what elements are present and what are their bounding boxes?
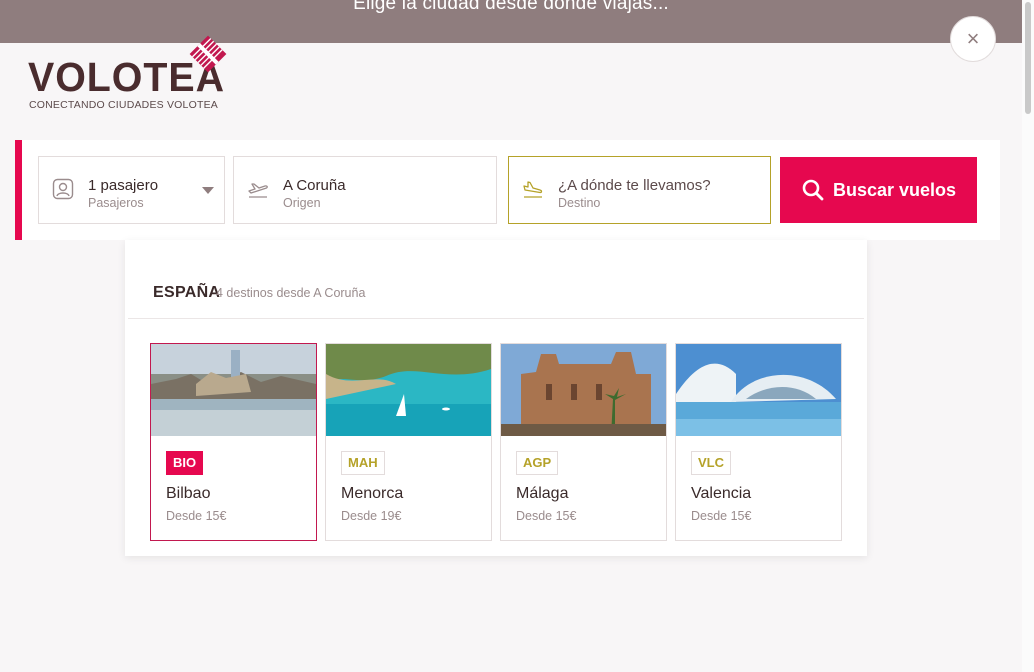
passengers-label: Pasajeros bbox=[88, 196, 144, 210]
price-from: Desde 15€ bbox=[166, 509, 227, 523]
destination-card-bilbao[interactable]: BIO Bilbao Desde 15€ bbox=[150, 343, 317, 541]
country-header: ESPAÑA 4 destinos desde A Coruña bbox=[128, 240, 864, 319]
page-scrollbar[interactable] bbox=[1022, 0, 1034, 672]
user-icon bbox=[52, 178, 74, 200]
destinations-dropdown: ESPAÑA 4 destinos desde A Coruña BIO Bil… bbox=[125, 240, 867, 556]
passengers-field[interactable]: 1 pasajero Pasajeros bbox=[38, 156, 225, 224]
logo-tagline: CONECTANDO CIUDADES VOLOTEA bbox=[29, 99, 218, 111]
search-button-label: Buscar vuelos bbox=[832, 179, 957, 200]
price-from: Desde 19€ bbox=[341, 509, 402, 523]
origin-field[interactable]: A Coruña Origen bbox=[233, 156, 497, 224]
banner-message: Elige la ciudad desde donde viajas... bbox=[353, 0, 669, 14]
destination-card-menorca[interactable]: MAH Menorca Desde 19€ bbox=[325, 343, 492, 541]
airport-code: MAH bbox=[341, 451, 385, 475]
destination-input[interactable]: ¿A dónde te llevamos? bbox=[558, 177, 711, 194]
country-name: ESPAÑA bbox=[153, 284, 221, 301]
bilbao-image bbox=[151, 344, 316, 436]
airport-code: VLC bbox=[691, 451, 731, 475]
logo-diamond-icon bbox=[189, 35, 227, 73]
destination-label: Destino bbox=[558, 196, 601, 210]
passengers-value: 1 pasajero bbox=[88, 177, 159, 194]
search-flights-button[interactable]: Buscar vuelos bbox=[780, 157, 977, 223]
valencia-image bbox=[676, 344, 841, 436]
plane-takeoff-icon bbox=[248, 183, 268, 198]
close-icon: × bbox=[966, 26, 980, 51]
plane-landing-icon bbox=[523, 181, 543, 198]
destination-count: 4 destinos desde A Coruña bbox=[216, 286, 366, 300]
malaga-image bbox=[501, 344, 666, 436]
price-from: Desde 15€ bbox=[516, 509, 577, 523]
city-name: Málaga bbox=[516, 485, 569, 502]
price-from: Desde 15€ bbox=[691, 509, 752, 523]
chevron-down-icon[interactable] bbox=[202, 187, 214, 194]
airport-code: AGP bbox=[516, 451, 559, 475]
scrollbar-thumb[interactable] bbox=[1025, 2, 1031, 114]
city-name: Valencia bbox=[691, 485, 752, 502]
destination-card-valencia[interactable]: VLC Valencia Desde 15€ bbox=[675, 343, 842, 541]
search-icon bbox=[802, 179, 824, 201]
flight-search-bar: 1 pasajero Pasajeros A Coruña Origen ¿A … bbox=[15, 140, 1000, 240]
origin-label: Origen bbox=[283, 196, 321, 210]
close-button[interactable]: × bbox=[950, 16, 996, 62]
city-name: Menorca bbox=[341, 485, 404, 502]
destination-field[interactable]: ¿A dónde te llevamos? Destino bbox=[508, 156, 771, 224]
destination-card-malaga[interactable]: AGP Málaga Desde 15€ bbox=[500, 343, 667, 541]
origin-value: A Coruña bbox=[283, 177, 346, 194]
city-name: Bilbao bbox=[166, 485, 211, 502]
airport-code: BIO bbox=[166, 451, 204, 475]
menorca-image bbox=[326, 344, 491, 436]
volotea-logo[interactable]: VOLOTEA CONECTANDO CIUDADES VOLOTEA bbox=[28, 34, 238, 114]
